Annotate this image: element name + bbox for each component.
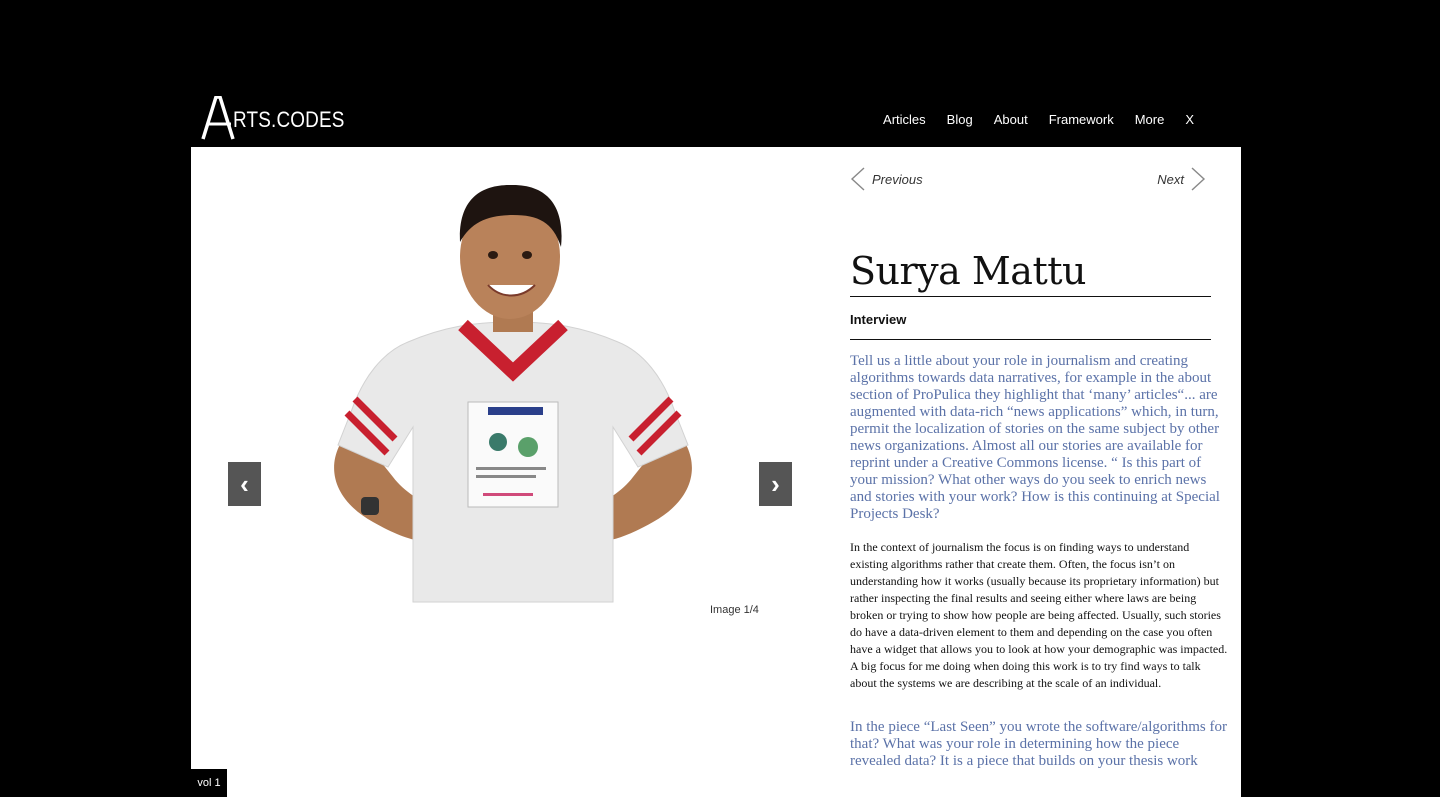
article-title: Surya Mattu bbox=[850, 249, 1086, 293]
nav-about[interactable]: About bbox=[994, 112, 1028, 127]
previous-article-link[interactable]: Previous bbox=[850, 167, 923, 191]
nav-framework[interactable]: Framework bbox=[1049, 112, 1114, 127]
logo-text: RTS.CODES bbox=[233, 107, 345, 132]
logo-a-icon bbox=[201, 96, 235, 140]
interview-question-2: In the piece “Last Seen” you wrote the s… bbox=[850, 719, 1227, 769]
gallery-image bbox=[334, 184, 692, 603]
content-panel: ‹ › Image 1/4 vol 1 Previous Next Surya … bbox=[191, 147, 1241, 797]
nav-more[interactable]: More bbox=[1135, 112, 1165, 127]
article-pager: Previous Next bbox=[850, 167, 1206, 191]
volume-badge: vol 1 bbox=[191, 769, 227, 797]
chevron-right-icon bbox=[1191, 167, 1206, 191]
interview-answer-1: In the context of journalism the focus i… bbox=[850, 540, 1228, 690]
section-divider bbox=[850, 339, 1211, 340]
main-nav: Articles Blog About Framework More X bbox=[883, 112, 1194, 127]
image-counter: Image 1/4 bbox=[710, 604, 759, 616]
nav-close[interactable]: X bbox=[1185, 112, 1194, 127]
nav-blog[interactable]: Blog bbox=[947, 112, 973, 127]
gallery-next-button[interactable]: › bbox=[759, 462, 792, 506]
nav-articles[interactable]: Articles bbox=[883, 112, 926, 127]
next-article-link[interactable]: Next bbox=[1157, 167, 1206, 191]
title-divider bbox=[850, 296, 1211, 297]
chevron-left-icon bbox=[850, 167, 865, 191]
interview-question-1: Tell us a little about your role in jour… bbox=[850, 353, 1220, 522]
previous-label: Previous bbox=[872, 171, 923, 187]
site-logo[interactable]: RTS.CODES bbox=[201, 96, 363, 140]
section-label: Interview bbox=[850, 312, 907, 327]
gallery-prev-button[interactable]: ‹ bbox=[228, 462, 261, 506]
next-label: Next bbox=[1157, 171, 1184, 187]
